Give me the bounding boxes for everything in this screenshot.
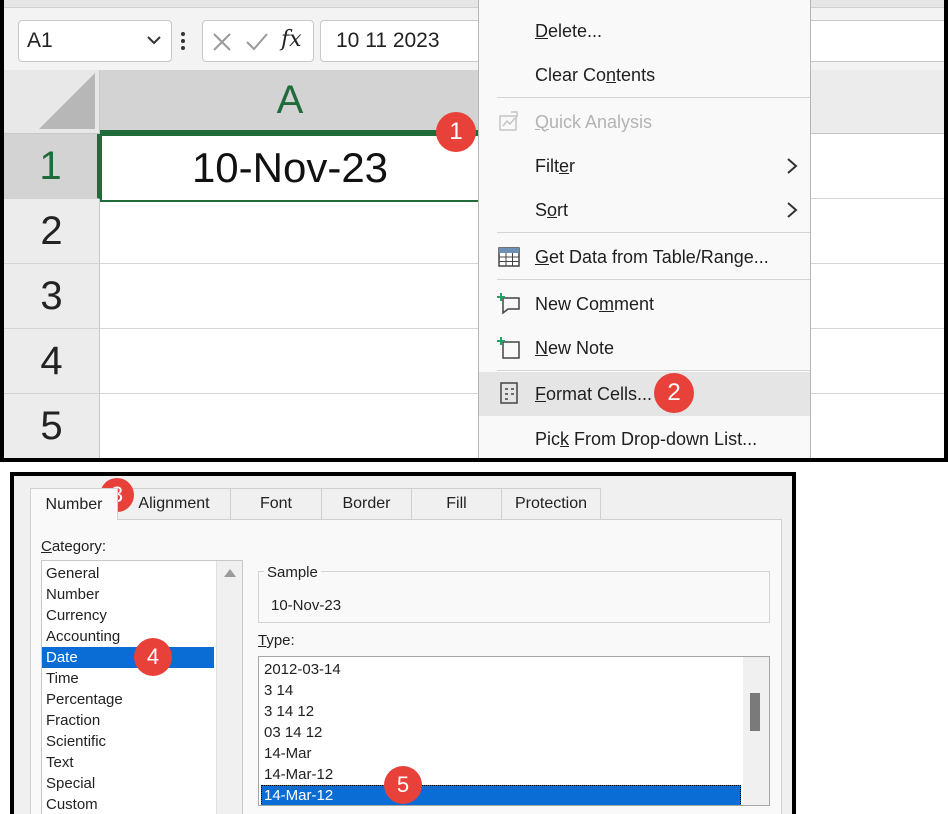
chevron-down-icon[interactable]: [145, 31, 163, 49]
type-scrollbar[interactable]: [743, 657, 769, 805]
category-scrollbar[interactable]: [216, 561, 242, 814]
menu-separator: [497, 97, 810, 98]
menu-label: Clear Contents: [535, 64, 656, 85]
menu-item-pick-from-list[interactable]: Pick From Drop-down List...: [479, 418, 810, 458]
tab-protection[interactable]: Protection: [501, 488, 601, 519]
row-header-2[interactable]: 2: [4, 199, 100, 264]
tab-border[interactable]: Border: [321, 488, 412, 519]
menu-item-sort[interactable]: Sort: [479, 189, 810, 231]
scrollbar-thumb[interactable]: [750, 693, 760, 731]
insert-function-icon[interactable]: fx: [281, 27, 302, 52]
menu-label: Quick Analysis: [535, 111, 653, 132]
menu-item-format-cells[interactable]: Format Cells...: [479, 372, 810, 416]
cancel-icon[interactable]: [211, 31, 233, 53]
menu-item-clear-contents[interactable]: Clear Contents: [479, 54, 810, 96]
list-item[interactable]: Text: [42, 752, 214, 773]
scroll-up-icon[interactable]: [224, 569, 236, 577]
menu-label: Get Data from Table/Range...: [535, 246, 769, 267]
list-item[interactable]: 2012-03-14: [261, 659, 741, 680]
menu-separator: [497, 279, 810, 280]
name-box[interactable]: A1: [18, 20, 172, 62]
menu-separator: [497, 232, 810, 233]
formula-buttons: fx: [202, 20, 314, 62]
list-item[interactable]: Custom: [42, 794, 214, 814]
list-item[interactable]: 03 14 12: [261, 722, 741, 743]
row-header-1[interactable]: 1: [4, 134, 100, 199]
select-all-corner[interactable]: [4, 70, 100, 134]
list-item[interactable]: 3 14 12: [261, 701, 741, 722]
step-badge-4: 4: [134, 638, 172, 676]
chevron-right-icon: [787, 158, 798, 174]
menu-label: Filter: [535, 155, 576, 176]
category-label: Category:: [41, 538, 107, 555]
list-item[interactable]: 14-Mar: [261, 743, 741, 764]
list-item[interactable]: Special: [42, 773, 214, 794]
menu-label: Pick From Drop-down List...: [535, 428, 758, 449]
list-item[interactable]: Percentage: [42, 689, 214, 710]
menu-item-delete[interactable]: Delete...: [479, 10, 810, 52]
step-badge-5: 5: [384, 766, 422, 804]
tab-alignment[interactable]: Alignment: [117, 488, 231, 519]
type-label: Type:: [258, 632, 295, 649]
menu-item-quick-analysis: Quick Analysis: [479, 101, 810, 143]
new-comment-icon: [497, 293, 520, 315]
tab-font[interactable]: Font: [230, 488, 322, 519]
select-all-triangle: [39, 73, 95, 129]
new-note-icon: [497, 337, 520, 359]
name-box-value: A1: [27, 29, 53, 52]
format-cells-dialog: Number Alignment Font Border Fill Protec…: [10, 472, 796, 814]
menu-label: New Note: [535, 337, 615, 358]
sample-value: 10-Nov-23: [271, 597, 342, 614]
more-options-icon[interactable]: [180, 30, 186, 52]
category-list[interactable]: General Number Currency Accounting Date …: [41, 560, 243, 814]
tab-number[interactable]: Number: [30, 488, 118, 520]
type-list[interactable]: 2012-03-14 3 14 3 14 12 03 14 12 14-Mar …: [258, 656, 770, 806]
quick-analysis-icon: [499, 111, 518, 131]
list-item[interactable]: 3 14: [261, 680, 741, 701]
format-cells-icon: [500, 382, 518, 404]
column-header-a[interactable]: A: [100, 70, 480, 134]
menu-item-filter[interactable]: Filter: [479, 145, 810, 187]
menu-item-new-comment[interactable]: New Comment: [479, 283, 810, 325]
table-icon: [498, 247, 520, 267]
cell-a1-value: 10-Nov-23: [191, 144, 389, 191]
menu-label: Format Cells...: [535, 383, 653, 404]
cell-a1[interactable]: 10-Nov-23: [100, 134, 480, 202]
list-item[interactable]: Time: [42, 668, 214, 689]
step-badge-2: 2: [654, 373, 694, 413]
row-header-4[interactable]: 4: [4, 329, 100, 394]
context-menu: Delete... Clear Contents Quick Analysis …: [478, 0, 811, 458]
sample-label: Sample: [264, 564, 321, 581]
menu-label: Delete...: [535, 20, 603, 41]
menu-separator: [497, 370, 810, 371]
list-item[interactable]: Number: [42, 584, 214, 605]
row-header-5[interactable]: 5: [4, 394, 100, 458]
menu-label: New Comment: [535, 293, 655, 314]
menu-item-get-data[interactable]: Get Data from Table/Range...: [479, 236, 810, 278]
step-badge-1: 1: [436, 112, 476, 152]
formula-value: 10 11 2023: [336, 29, 440, 52]
dialog-tabs: Number Alignment Font Border Fill Protec…: [30, 488, 790, 520]
tab-fill[interactable]: Fill: [411, 488, 502, 519]
excel-sheet-panel: A1 fx 10 11 2023 A 1 2 3 4 5 10-Nov-23 1…: [0, 0, 948, 462]
row-header-3[interactable]: 3: [4, 264, 100, 329]
chevron-right-icon: [787, 202, 798, 218]
menu-label: Sort: [535, 199, 569, 220]
list-item[interactable]: 14-Mar-12: [261, 764, 741, 785]
enter-check-icon[interactable]: [245, 31, 269, 53]
list-item-selected[interactable]: 14-Mar-12: [261, 785, 741, 805]
list-item[interactable]: Accounting: [42, 626, 214, 647]
list-item[interactable]: General: [42, 563, 214, 584]
list-item[interactable]: Fraction: [42, 710, 214, 731]
menu-item-new-note[interactable]: New Note: [479, 327, 810, 369]
list-item[interactable]: Scientific: [42, 731, 214, 752]
list-item[interactable]: Currency: [42, 605, 214, 626]
list-item-selected[interactable]: Date: [42, 647, 214, 668]
